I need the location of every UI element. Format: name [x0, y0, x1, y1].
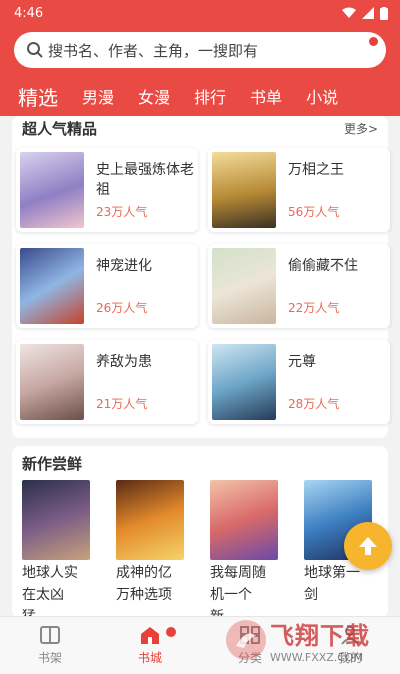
header: 4:46 搜书名、作者、主角，一搜即有 精选 男漫 女漫 排行 书单 小说 [0, 0, 400, 116]
comic-title: 神宠进化 [96, 258, 152, 274]
nav-bookshelf[interactable]: 书架 [0, 617, 100, 674]
search-placeholder: 搜书名、作者、主角，一搜即有 [48, 41, 259, 60]
tab-female-comics[interactable]: 女漫 [134, 84, 174, 108]
watermark: 飞翔下载 WWW.FXXZ.COM [226, 612, 396, 668]
comic-card[interactable]: 元尊 28万人气 [208, 340, 390, 424]
watermark-logo [226, 620, 266, 660]
featured-title: 超人气精品 [22, 119, 98, 138]
nav-bookstore[interactable]: 书城 [100, 617, 200, 674]
comic-popularity: 56万人气 [288, 205, 340, 219]
bookshelf-icon [40, 626, 60, 644]
comic-title: 史上最强炼体老祖 [96, 162, 194, 198]
new-comic-item[interactable]: 我每周随机一个新... [210, 480, 278, 628]
battery-icon [380, 6, 388, 20]
nav-label: 书城 [137, 651, 162, 665]
status-bar: 4:46 [0, 0, 400, 26]
comic-card[interactable]: 偷偷藏不住 22万人气 [208, 244, 390, 328]
comic-cover [20, 152, 84, 228]
new-releases-title: 新作尝鲜 [22, 454, 83, 473]
comic-cover [212, 248, 276, 324]
new-comic-cover [210, 480, 278, 560]
main-content: 超人气精品 更多> 史上最强炼体老祖 23万人气 万相之王 56万人气 神宠进化 26… [12, 116, 390, 438]
watermark-text: 飞翔下载 [270, 622, 370, 650]
comic-title: 元尊 [288, 354, 316, 370]
new-releases-section: 新作尝鲜 地球人实在太凶猛... 成神的亿万种选项 我每周随机一个新... 地球… [12, 446, 388, 625]
comic-popularity: 22万人气 [288, 301, 340, 315]
tab-featured[interactable]: 精选 [14, 82, 62, 111]
comic-card[interactable]: 养敌为患 21万人气 [16, 340, 198, 424]
scroll-top-button[interactable] [344, 522, 392, 570]
new-comic-cover [22, 480, 90, 560]
watermark-logo-icon [236, 633, 256, 648]
status-time: 4:46 [14, 5, 44, 21]
comic-title: 养敌为患 [96, 354, 152, 370]
tab-booklist[interactable]: 书单 [246, 84, 286, 108]
search-icon [27, 42, 43, 58]
tab-ranking[interactable]: 排行 [190, 84, 230, 108]
tab-male-comics[interactable]: 男漫 [78, 84, 118, 108]
new-comic-item[interactable]: 地球人实在太凶猛... [22, 480, 90, 628]
comic-card[interactable]: 史上最强炼体老祖 23万人气 [16, 148, 198, 232]
comic-card[interactable]: 神宠进化 26万人气 [16, 244, 198, 328]
new-comic-cover [116, 480, 184, 560]
comic-cover [20, 248, 84, 324]
new-comic-title: 成神的亿万种选项 [116, 565, 172, 603]
home-icon [141, 627, 159, 644]
search-notification-dot [369, 37, 378, 46]
tab-novels[interactable]: 小说 [302, 84, 342, 108]
wifi-icon [342, 7, 356, 18]
comic-cover [212, 344, 276, 420]
comic-cover [20, 344, 84, 420]
notification-dot [166, 627, 176, 637]
comic-card[interactable]: 万相之王 56万人气 [208, 148, 390, 232]
new-comic-item[interactable]: 成神的亿万种选项 [116, 480, 184, 628]
comic-popularity: 28万人气 [288, 397, 340, 411]
comic-title: 偷偷藏不住 [288, 258, 358, 274]
comic-popularity: 21万人气 [96, 397, 148, 411]
featured-section: 超人气精品 更多> 史上最强炼体老祖 23万人气 万相之王 56万人气 神宠进化 26… [12, 116, 390, 438]
search-bar[interactable]: 搜书名、作者、主角，一搜即有 [14, 32, 386, 68]
watermark-url: WWW.FXXZ.COM [270, 651, 364, 664]
category-tabs: 精选 男漫 女漫 排行 书单 小说 [0, 80, 400, 112]
featured-grid: 史上最强炼体老祖 23万人气 万相之王 56万人气 神宠进化 26万人气 偷偷藏不住 2… [12, 140, 390, 438]
more-link[interactable]: 更多> [344, 120, 378, 137]
comic-popularity: 23万人气 [96, 205, 148, 219]
comic-title: 万相之王 [288, 162, 344, 178]
nav-label: 书架 [37, 651, 62, 665]
arrow-up-icon [359, 537, 377, 555]
comic-cover [212, 152, 276, 228]
signal-icon [362, 7, 374, 19]
comic-popularity: 26万人气 [96, 301, 148, 315]
